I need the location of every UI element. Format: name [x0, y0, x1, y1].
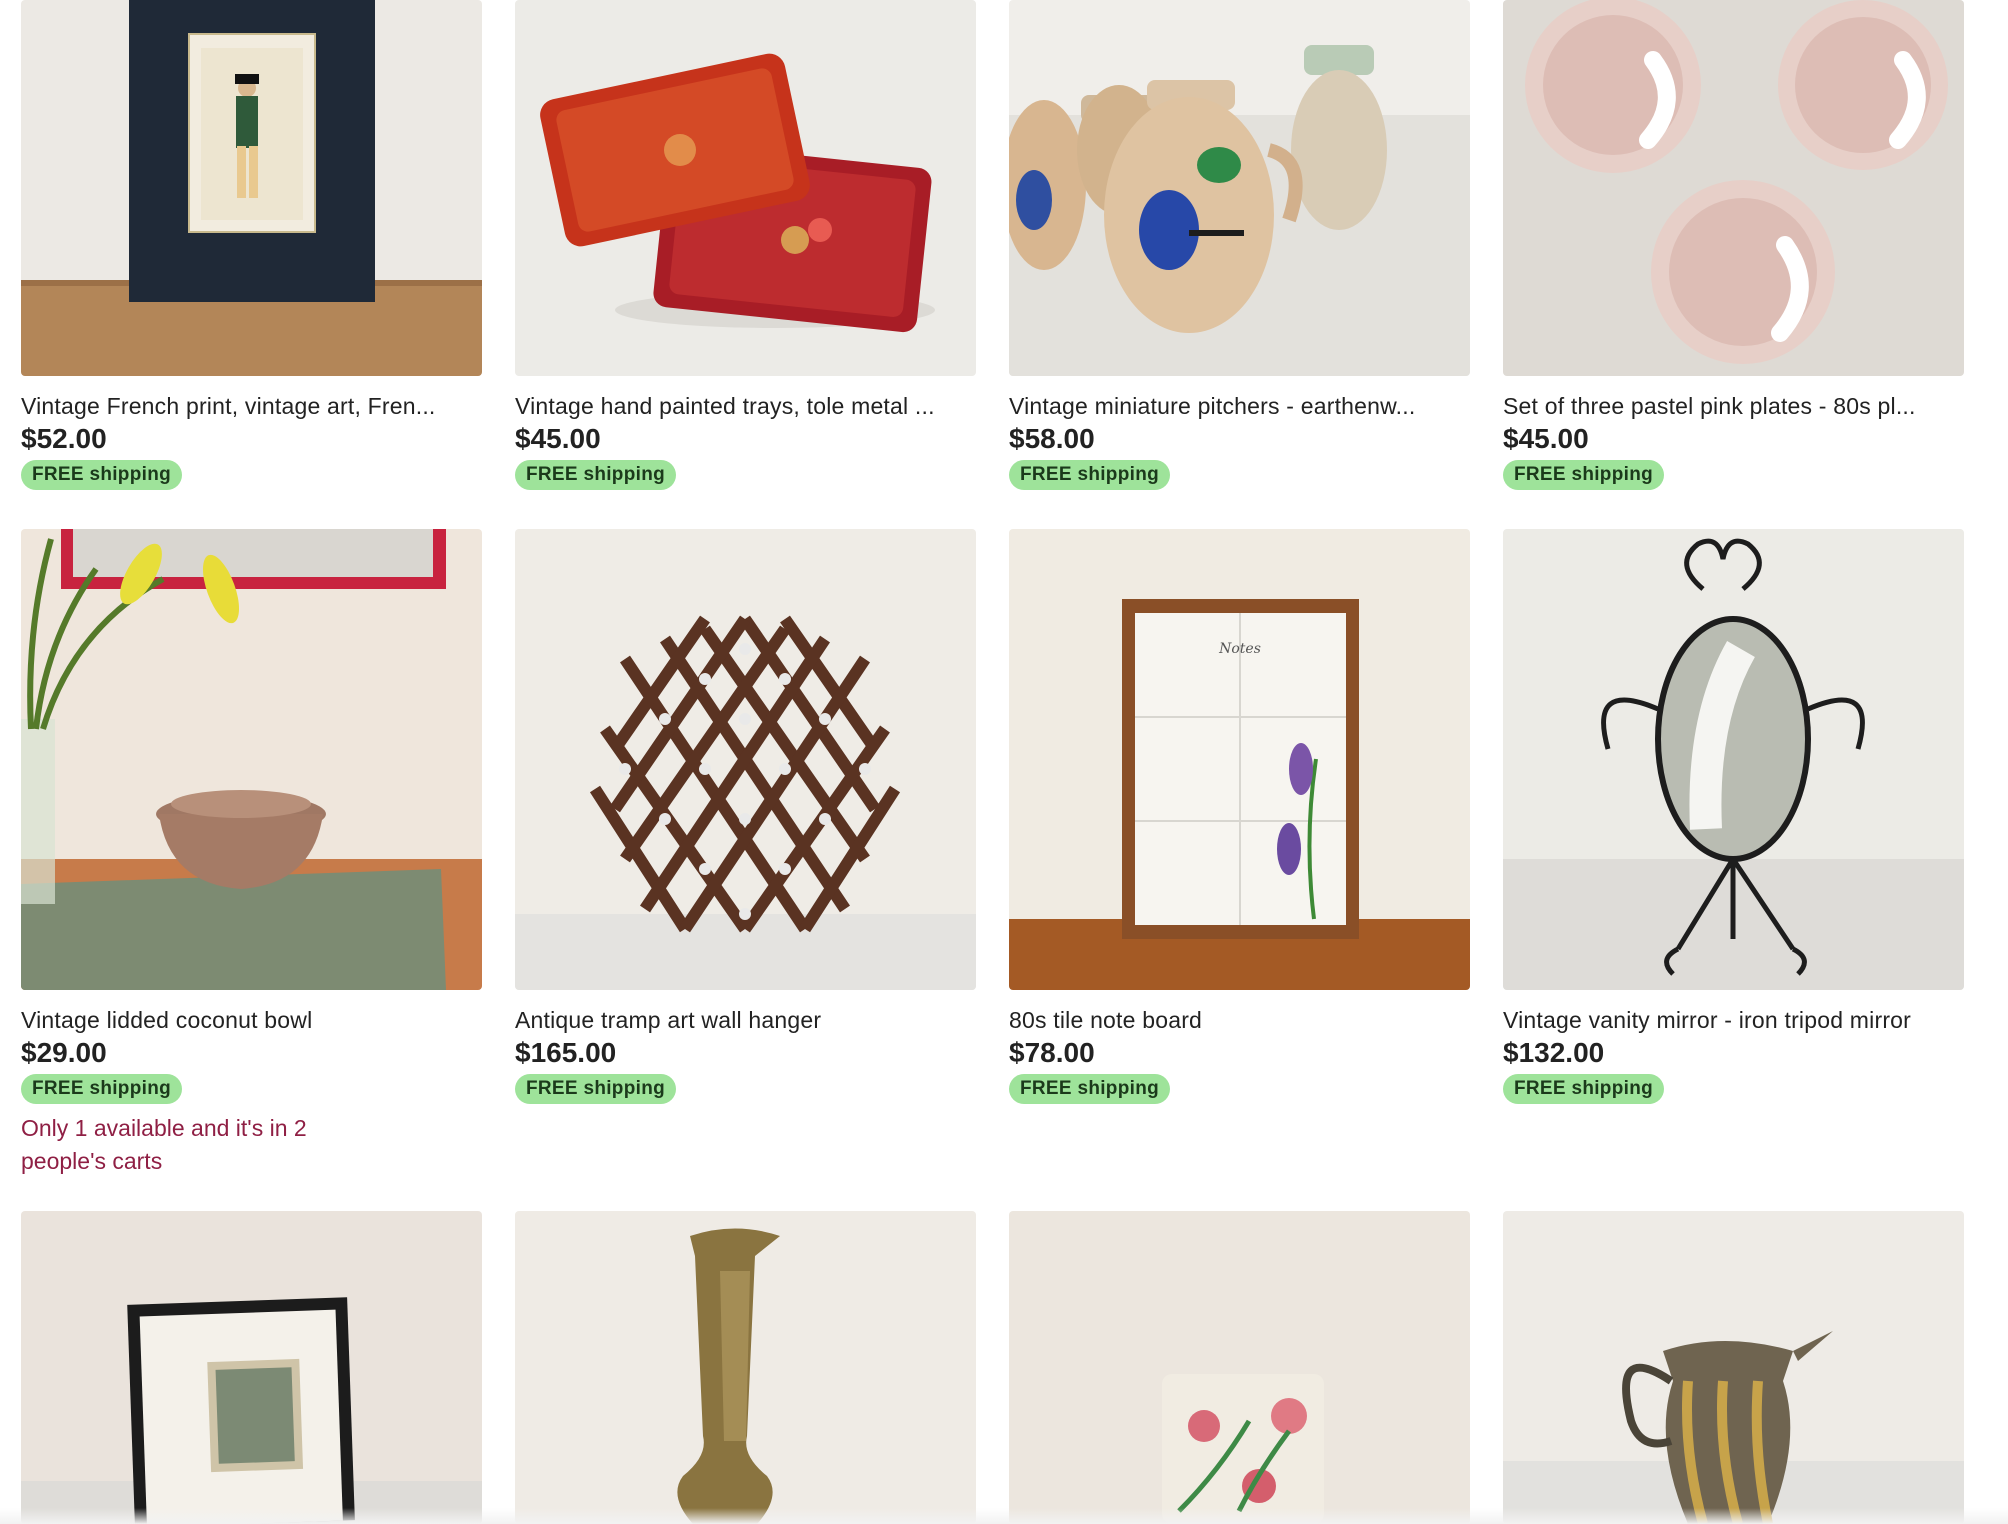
- listing-title[interactable]: Antique tramp art wall hanger: [515, 1006, 976, 1034]
- listing-card[interactable]: Vintage vanity mirror - iron tripod mirr…: [1503, 529, 1964, 1104]
- listing-image[interactable]: [21, 0, 482, 376]
- listing-price: $45.00: [515, 423, 601, 454]
- listing-price: $29.00: [21, 1037, 107, 1068]
- listing-image[interactable]: [515, 529, 976, 990]
- free-shipping-badge: FREE shipping: [1503, 460, 1665, 490]
- listing-card[interactable]: Set of three pastel pink plates - 80s pl…: [1503, 0, 1964, 490]
- listing-image[interactable]: [1503, 529, 1964, 990]
- listing-price: $132.00: [1503, 1037, 1605, 1068]
- listing-title[interactable]: Vintage lidded coconut bowl: [21, 1006, 482, 1034]
- listing-card[interactable]: [1503, 1211, 1964, 1524]
- listing-card[interactable]: Vintage French print, vintage art, Fren.…: [21, 0, 482, 490]
- listing-price: $52.00: [21, 423, 107, 454]
- free-shipping-badge: FREE shipping: [1503, 1074, 1665, 1104]
- listing-price: $58.00: [1009, 423, 1095, 454]
- listing-image[interactable]: [1009, 1211, 1470, 1524]
- listing-card[interactable]: Antique tramp art wall hanger $165.00 FR…: [515, 529, 976, 1104]
- listing-title[interactable]: Vintage hand painted trays, tole metal .…: [515, 392, 976, 420]
- listing-image[interactable]: [1009, 0, 1470, 376]
- listing-image[interactable]: [515, 1211, 976, 1524]
- listing-image[interactable]: Notes: [1009, 529, 1470, 990]
- listing-price: $45.00: [1503, 423, 1589, 454]
- listing-image[interactable]: [515, 0, 976, 376]
- listing-card[interactable]: [21, 1211, 482, 1524]
- listing-image[interactable]: [21, 529, 482, 990]
- listing-price: $165.00: [515, 1037, 617, 1068]
- listing-card[interactable]: Vintage lidded coconut bowl $29.00 FREE …: [21, 529, 482, 1178]
- listing-card[interactable]: [515, 1211, 976, 1524]
- listing-image[interactable]: [1503, 0, 1964, 376]
- tile-note-label: Notes: [1218, 641, 1261, 657]
- free-shipping-badge: FREE shipping: [515, 1074, 677, 1104]
- listing-price: $78.00: [1009, 1037, 1095, 1068]
- listing-image[interactable]: [21, 1211, 482, 1524]
- scarcity-message: Only 1 available and it's in 2 people's …: [21, 1115, 307, 1174]
- listing-title[interactable]: Vintage French print, vintage art, Fren.…: [21, 392, 482, 420]
- listing-image[interactable]: [1503, 1211, 1964, 1524]
- bottom-fade: [0, 1508, 2008, 1524]
- free-shipping-badge: FREE shipping: [515, 460, 677, 490]
- listing-title[interactable]: 80s tile note board: [1009, 1006, 1470, 1034]
- listing-title[interactable]: Set of three pastel pink plates - 80s pl…: [1503, 392, 1964, 420]
- free-shipping-badge: FREE shipping: [1009, 1074, 1171, 1104]
- listing-card[interactable]: [1009, 1211, 1470, 1524]
- free-shipping-badge: FREE shipping: [21, 460, 183, 490]
- listing-card[interactable]: Notes 80s tile note board $78.00 FREE sh…: [1009, 529, 1470, 1104]
- listing-card[interactable]: Vintage hand painted trays, tole metal .…: [515, 0, 976, 490]
- free-shipping-badge: FREE shipping: [21, 1074, 183, 1104]
- listing-title[interactable]: Vintage miniature pitchers - earthenw...: [1009, 392, 1470, 420]
- listing-title[interactable]: Vintage vanity mirror - iron tripod mirr…: [1503, 1006, 1964, 1034]
- free-shipping-badge: FREE shipping: [1009, 460, 1171, 490]
- listing-card[interactable]: Vintage miniature pitchers - earthenw...…: [1009, 0, 1470, 490]
